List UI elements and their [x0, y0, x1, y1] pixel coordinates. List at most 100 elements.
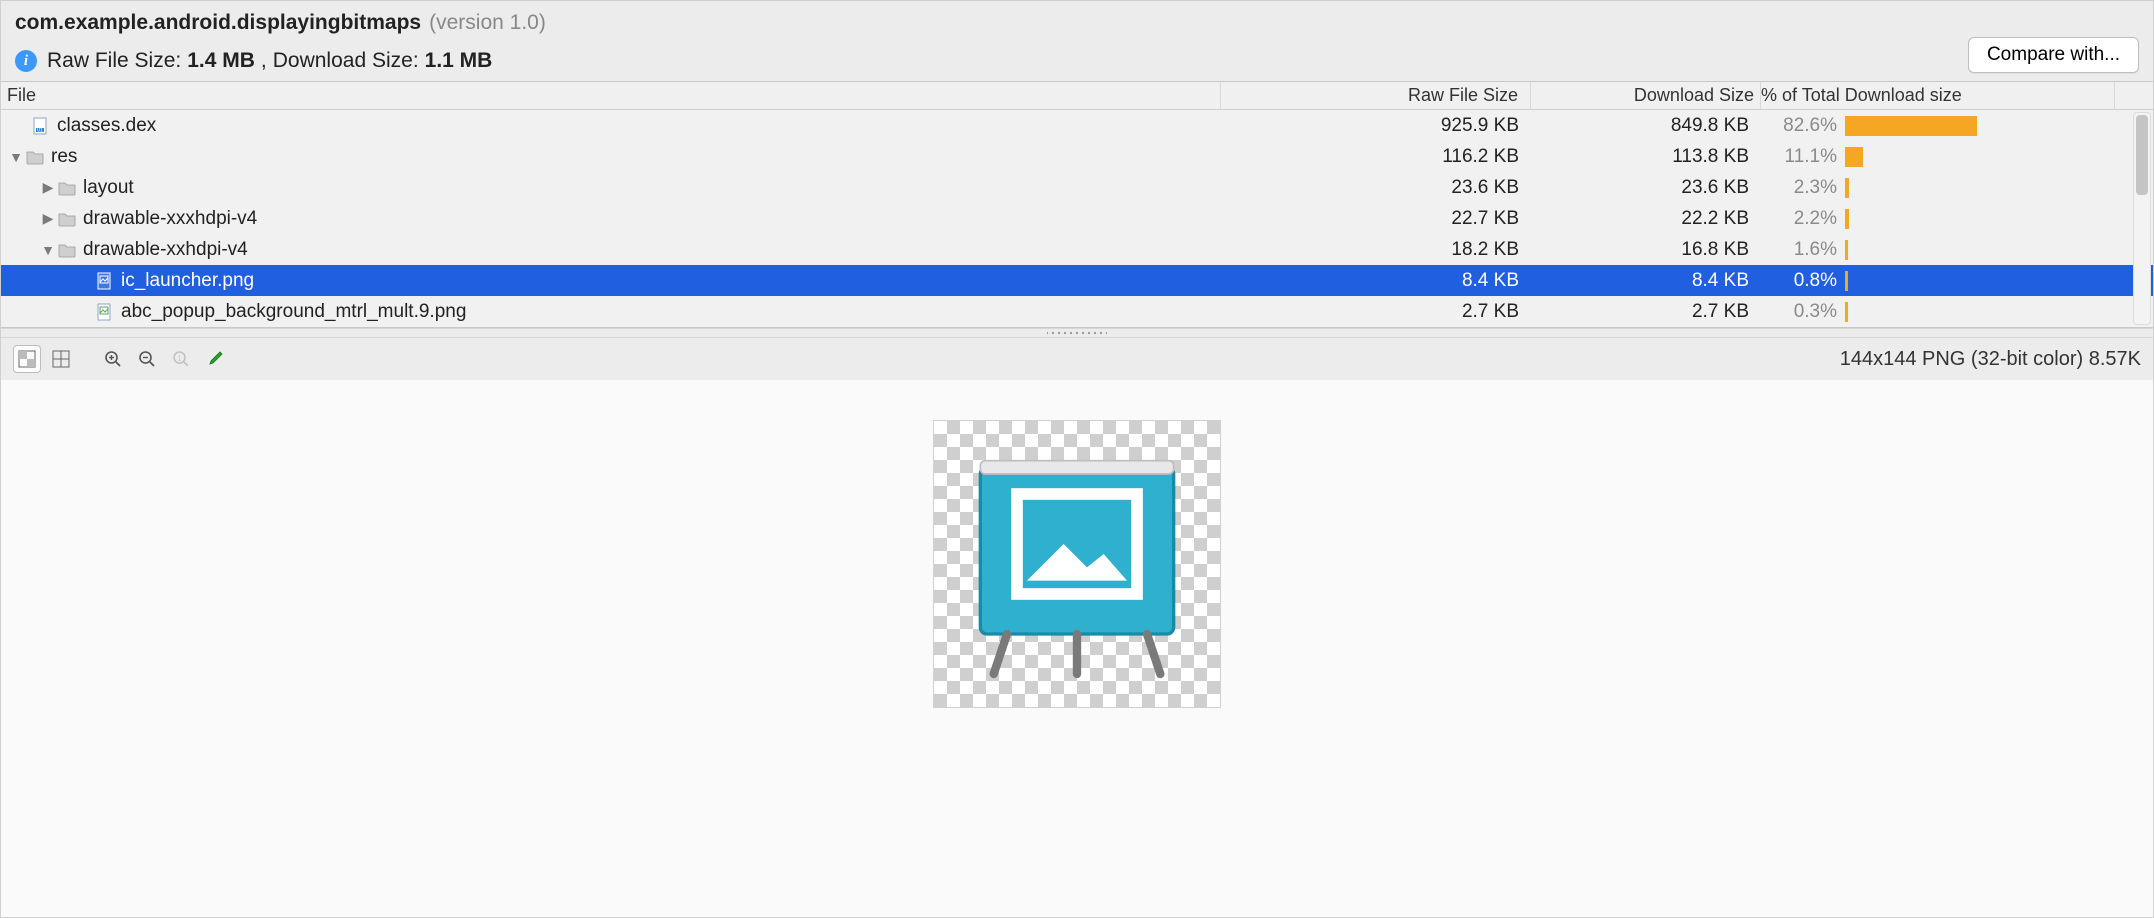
header-left: com.example.android.displayingbitmaps (v…: [15, 11, 1968, 73]
scrollbar-thumb[interactable]: [2136, 115, 2148, 195]
package-title-line: com.example.android.displayingbitmaps (v…: [15, 11, 1968, 35]
apk-analyzer-panel: com.example.android.displayingbitmaps (v…: [0, 0, 2154, 918]
package-version: (version 1.0): [429, 11, 546, 35]
header: com.example.android.displayingbitmaps (v…: [1, 1, 2153, 81]
grid-button[interactable]: [47, 345, 75, 373]
folder-icon: [57, 178, 77, 198]
preview-canvas[interactable]: [1, 380, 2153, 917]
cell-download-size: 2.7 KB: [1531, 301, 1761, 323]
cell-bar: [1845, 240, 2115, 260]
folder-icon: [57, 209, 77, 229]
disclosure-open-icon[interactable]: ▼: [7, 149, 25, 165]
table-row[interactable]: ▼res116.2 KB113.8 KB11.1%: [1, 141, 2153, 172]
launcher-icon-preview: [957, 444, 1197, 684]
preview-tool-group: 1: [13, 345, 229, 373]
cell-download-size: 22.2 KB: [1531, 208, 1761, 230]
cell-raw-size: 22.7 KB: [1221, 208, 1531, 230]
table-header-row: File Raw File Size Download Size % of To…: [1, 82, 2153, 110]
cell-bar: [1845, 271, 2115, 291]
checker-background-button[interactable]: [13, 345, 41, 373]
horizontal-splitter[interactable]: [1, 328, 2153, 338]
file-name: drawable-xxxhdpi-v4: [83, 208, 257, 230]
svg-text:1: 1: [178, 356, 182, 363]
package-name: com.example.android.displayingbitmaps: [15, 11, 421, 35]
splitter-grip-icon: [1047, 331, 1107, 335]
cell-file: ▼ res: [1, 146, 1221, 168]
zoom-out-button[interactable]: [133, 345, 161, 373]
cell-raw-size: 2.7 KB: [1221, 301, 1531, 323]
size-separator: ,: [261, 49, 267, 73]
disclosure-closed-icon[interactable]: ▶: [39, 179, 57, 196]
disclosure-open-icon[interactable]: ▼: [39, 242, 57, 258]
table-row[interactable]: abc_popup_background_mtrl_mult.9.png 2.7 …: [1, 296, 2153, 327]
image-preview: [933, 420, 1221, 708]
cell-download-size: 113.8 KB: [1531, 146, 1761, 168]
percent-bar-fill: [1845, 178, 1849, 198]
cell-download-size: 849.8 KB: [1531, 115, 1761, 137]
image-icon: [95, 271, 115, 291]
file-name: classes.dex: [57, 115, 156, 137]
cell-raw-size: 925.9 KB: [1221, 115, 1531, 137]
percent-bar-fill: [1845, 302, 1848, 322]
file-table: File Raw File Size Download Size % of To…: [1, 81, 2153, 328]
disclosure-closed-icon[interactable]: ▶: [39, 210, 57, 227]
col-header-download[interactable]: Download Size: [1531, 82, 1761, 109]
cell-file: ic_launcher.png: [1, 270, 1221, 292]
percent-bar-fill: [1845, 209, 1849, 229]
cell-percent: 2.2%: [1761, 208, 1845, 230]
cell-raw-size: 116.2 KB: [1221, 146, 1531, 168]
preview-image-info: 144x144 PNG (32-bit color) 8.57K: [1840, 348, 2141, 371]
cell-raw-size: 8.4 KB: [1221, 270, 1531, 292]
download-size-label: Download Size:: [273, 49, 419, 73]
file-name: res: [51, 146, 77, 168]
table-row[interactable]: 01 classes.dex 925.9 KB849.8 KB82.6%: [1, 110, 2153, 141]
cell-percent: 0.3%: [1761, 301, 1845, 323]
file-name: abc_popup_background_mtrl_mult.9.png: [121, 301, 466, 323]
zoom-actual-button[interactable]: 1: [167, 345, 195, 373]
zoom-in-button[interactable]: [99, 345, 127, 373]
percent-bar-fill: [1845, 271, 1848, 291]
cell-bar: [1845, 209, 2115, 229]
cell-file: ▼ drawable-xxhdpi-v4: [1, 239, 1221, 261]
table-row[interactable]: ic_launcher.png8.4 KB8.4 KB0.8%: [1, 265, 2153, 296]
col-header-raw[interactable]: Raw File Size: [1221, 82, 1531, 109]
file-name: ic_launcher.png: [121, 270, 254, 292]
size-summary-line: i Raw File Size: 1.4 MB, Download Size: …: [15, 49, 1968, 73]
table-body: 01 classes.dex 925.9 KB849.8 KB82.6% ▼ res 11…: [1, 110, 2153, 327]
cell-download-size: 8.4 KB: [1531, 270, 1761, 292]
percent-bar-fill: [1845, 116, 1977, 136]
cell-raw-size: 18.2 KB: [1221, 239, 1531, 261]
cell-download-size: 16.8 KB: [1531, 239, 1761, 261]
preview-toolbar: 1 144x144 PNG (32-bit color) 8.57K: [1, 338, 2153, 380]
folder-icon: [57, 240, 77, 260]
cell-file: abc_popup_background_mtrl_mult.9.png: [1, 301, 1221, 323]
raw-size-label: Raw File Size:: [47, 49, 181, 73]
folder-icon: [25, 147, 45, 167]
cell-download-size: 23.6 KB: [1531, 177, 1761, 199]
cell-file: 01 classes.dex: [1, 115, 1221, 137]
image-icon: [95, 302, 115, 322]
table-row[interactable]: ▼ drawable-xxhdpi-v4 18.2 KB16.8 KB1.6%: [1, 234, 2153, 265]
vertical-scrollbar[interactable]: [2133, 112, 2151, 325]
percent-bar-fill: [1845, 240, 1848, 260]
table-row[interactable]: ▶ drawable-xxxhdpi-v4 22.7 KB22.2 KB2.2%: [1, 203, 2153, 234]
cell-file: ▶ drawable-xxxhdpi-v4: [1, 208, 1221, 230]
cell-file: ▶ layout: [1, 177, 1221, 199]
table-row[interactable]: ▶layout23.6 KB23.6 KB2.3%: [1, 172, 2153, 203]
cell-bar: [1845, 116, 2115, 136]
file-name: layout: [83, 177, 134, 199]
col-header-percent[interactable]: % of Total Download size: [1761, 82, 2115, 109]
info-icon: i: [15, 50, 37, 72]
percent-bar-fill: [1845, 147, 1863, 167]
cell-bar: [1845, 302, 2115, 322]
compare-with-button[interactable]: Compare with...: [1968, 37, 2139, 73]
cell-raw-size: 23.6 KB: [1221, 177, 1531, 199]
col-header-file[interactable]: File: [1, 82, 1221, 109]
color-picker-button[interactable]: [201, 345, 229, 373]
file-name: drawable-xxhdpi-v4: [83, 239, 248, 261]
cell-percent: 2.3%: [1761, 177, 1845, 199]
cell-percent: 1.6%: [1761, 239, 1845, 261]
raw-size-value: 1.4 MB: [187, 49, 255, 73]
cell-percent: 82.6%: [1761, 115, 1845, 137]
dex-icon: 01: [31, 116, 51, 136]
